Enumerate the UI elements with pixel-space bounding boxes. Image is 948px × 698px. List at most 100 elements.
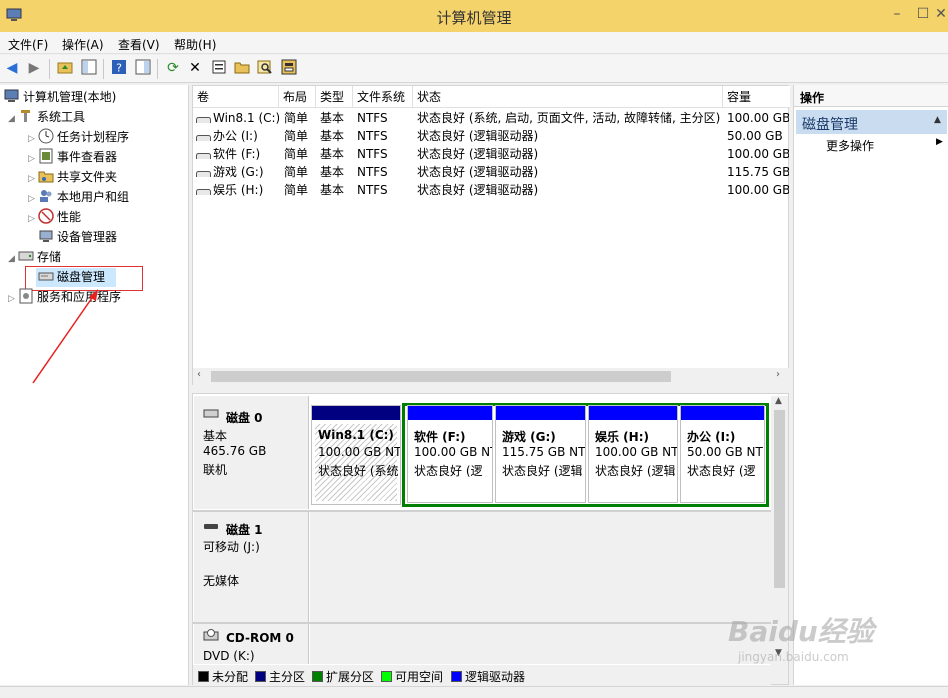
- actions-header-label: 操作: [800, 91, 825, 105]
- device-manager-icon: [38, 228, 54, 244]
- partition-bar: [681, 406, 764, 420]
- legend-swatch: [381, 671, 392, 682]
- toolbar-separator: [157, 59, 158, 79]
- menu-help[interactable]: 帮助(H): [174, 36, 216, 53]
- properties-pane-icon[interactable]: [134, 59, 152, 77]
- partition-status: 状态良好 (逻辑: [502, 464, 583, 478]
- tree-item-shared-folders[interactable]: ▷ 共享文件夹: [28, 168, 117, 186]
- actions-header: 操作: [794, 85, 948, 107]
- legend-swatch: [312, 671, 323, 682]
- toolbar: ◀ ▶ ? ⟳ ✕: [0, 55, 948, 83]
- volume-list: 卷 布局 类型 文件系统 状态 容量 Win8.1 (C:) 简单基本 NTFS 状态…: [192, 85, 790, 385]
- table-cell-volume-name[interactable]: 办公 (I:): [213, 127, 279, 145]
- tree-item-device-manager[interactable]: 设备管理器: [38, 228, 117, 246]
- properties-icon[interactable]: [210, 59, 228, 77]
- section-collapse-icon[interactable]: ▲: [934, 115, 941, 125]
- users-icon: [38, 188, 54, 204]
- scroll-left-icon[interactable]: ‹: [197, 369, 201, 380]
- up-folder-icon[interactable]: [56, 59, 74, 77]
- expand-arrow-icon[interactable]: ▷: [28, 150, 38, 168]
- cdrom-label[interactable]: CD-ROM 0 DVD (K:): [194, 624, 309, 664]
- tree-item-event-viewer[interactable]: ▷ 事件查看器: [28, 148, 117, 166]
- menu-file[interactable]: 文件(F): [8, 36, 48, 53]
- menu-action[interactable]: 操作(A): [62, 36, 104, 53]
- legend-item-free-space: 可用空间: [381, 668, 443, 685]
- close-button[interactable]: ✕: [934, 4, 948, 24]
- disk-0-name: 磁盘 0: [226, 411, 263, 425]
- column-header-layout[interactable]: 布局: [279, 86, 316, 108]
- tree-item-system-tools[interactable]: ◢ 系统工具: [8, 108, 85, 126]
- disk-settings-icon[interactable]: [280, 59, 298, 77]
- minimize-button[interactable]: –: [886, 4, 908, 24]
- expand-arrow-icon[interactable]: ▷: [28, 190, 38, 208]
- table-cell-status: 状态良好 (逻辑驱动器): [417, 129, 539, 143]
- partition-name: 娱乐 (H:): [595, 430, 649, 444]
- partition-g[interactable]: 游戏 (G:) 115.75 GB NT 状态良好 (逻辑: [495, 405, 586, 503]
- menu-view[interactable]: 查看(V): [118, 36, 160, 53]
- partition-i[interactable]: 办公 (I:) 50.00 GB NT 状态良好 (逻: [680, 405, 765, 503]
- maximize-button[interactable]: ☐: [912, 4, 934, 24]
- partition-name: 办公 (I:): [687, 430, 736, 444]
- cdrom-name: CD-ROM 0: [226, 631, 294, 645]
- submenu-arrow-icon: ▶: [936, 137, 943, 147]
- forward-icon[interactable]: ▶: [25, 59, 43, 77]
- scroll-up-icon[interactable]: ▲: [775, 396, 782, 406]
- table-cell-capacity: 100.00 GB: [727, 147, 789, 161]
- collapse-arrow-icon[interactable]: ◢: [8, 110, 18, 128]
- table-cell-layout: 简单: [284, 111, 309, 125]
- tree-item-storage[interactable]: ◢ 存储: [8, 248, 61, 266]
- table-cell-type: 基本: [320, 183, 345, 197]
- actions-section[interactable]: 磁盘管理 ▲: [796, 110, 947, 134]
- column-header-filesystem[interactable]: 文件系统: [353, 86, 413, 108]
- expand-arrow-icon[interactable]: ▷: [28, 170, 38, 188]
- toolbar-separator: [49, 59, 50, 79]
- table-cell-volume-name[interactable]: 软件 (F:): [213, 145, 279, 163]
- horizontal-scrollbar[interactable]: ‹ ›: [193, 368, 789, 385]
- tree-item-label: 共享文件夹: [57, 170, 118, 184]
- table-cell-capacity: 50.00 GB: [727, 129, 783, 143]
- delete-icon[interactable]: ✕: [186, 59, 204, 77]
- partition-h[interactable]: 娱乐 (H:) 100.00 GB NT 状态良好 (逻辑: [588, 405, 678, 503]
- tree-item-performance[interactable]: ▷ 性能: [28, 208, 81, 226]
- table-cell-volume-name[interactable]: 游戏 (G:): [213, 163, 279, 181]
- tree-item-local-users[interactable]: ▷ 本地用户和组: [28, 188, 129, 206]
- partition-bar: [408, 406, 492, 420]
- tree-item-task-scheduler[interactable]: ▷ 任务计划程序: [28, 128, 129, 146]
- more-actions-link[interactable]: 更多操作 ▶: [826, 137, 943, 154]
- tree-item-label: 系统工具: [37, 110, 86, 124]
- refresh-icon[interactable]: ⟳: [164, 59, 182, 77]
- search-icon[interactable]: [256, 59, 274, 77]
- legend: 未分配 主分区 扩展分区 可用空间 逻辑驱动器: [193, 665, 771, 685]
- volume-icon: [196, 167, 212, 177]
- open-folder-icon[interactable]: [233, 59, 251, 77]
- tree-item-disk-management[interactable]: 磁盘管理: [38, 268, 105, 286]
- expand-arrow-icon[interactable]: ▷: [28, 210, 38, 228]
- scroll-thumb[interactable]: [211, 371, 671, 382]
- help-icon[interactable]: ?: [110, 59, 128, 77]
- collapse-arrow-icon[interactable]: ◢: [8, 250, 18, 268]
- disk-1-label[interactable]: 磁盘 1 可移动 (J:) 无媒体: [194, 512, 309, 622]
- table-cell-volume-name[interactable]: Win8.1 (C:): [213, 109, 279, 127]
- scroll-thumb[interactable]: [774, 410, 785, 588]
- table-cell-layout: 简单: [284, 129, 309, 143]
- expand-arrow-icon[interactable]: ▷: [8, 290, 18, 308]
- scroll-right-icon[interactable]: ›: [776, 369, 780, 380]
- partition-c[interactable]: Win8.1 (C:) 100.00 GB NT 状态良好 (系统: [311, 405, 401, 505]
- back-icon[interactable]: ◀: [3, 59, 21, 77]
- table-cell-volume-name[interactable]: 娱乐 (H:): [213, 181, 279, 199]
- disk-1-name: 磁盘 1: [226, 523, 263, 537]
- expand-arrow-icon[interactable]: ▷: [28, 130, 38, 148]
- actions-section-label: 磁盘管理: [802, 117, 858, 133]
- column-header-volume[interactable]: 卷: [193, 86, 279, 108]
- show-tree-icon[interactable]: [80, 59, 98, 77]
- legend-item-unallocated: 未分配: [198, 668, 248, 685]
- column-header-capacity[interactable]: 容量: [723, 86, 790, 108]
- column-header-status[interactable]: 状态: [413, 86, 723, 108]
- table-cell-filesystem: NTFS: [357, 147, 388, 161]
- tree-root[interactable]: 计算机管理(本地): [4, 88, 116, 106]
- event-viewer-icon: [38, 148, 54, 164]
- disk-0-label[interactable]: 磁盘 0 基本 465.76 GB 联机: [194, 396, 309, 509]
- cdrom-type: DVD (K:): [203, 649, 255, 663]
- column-header-type[interactable]: 类型: [316, 86, 353, 108]
- partition-f[interactable]: 软件 (F:) 100.00 GB NT 状态良好 (逻: [407, 405, 493, 503]
